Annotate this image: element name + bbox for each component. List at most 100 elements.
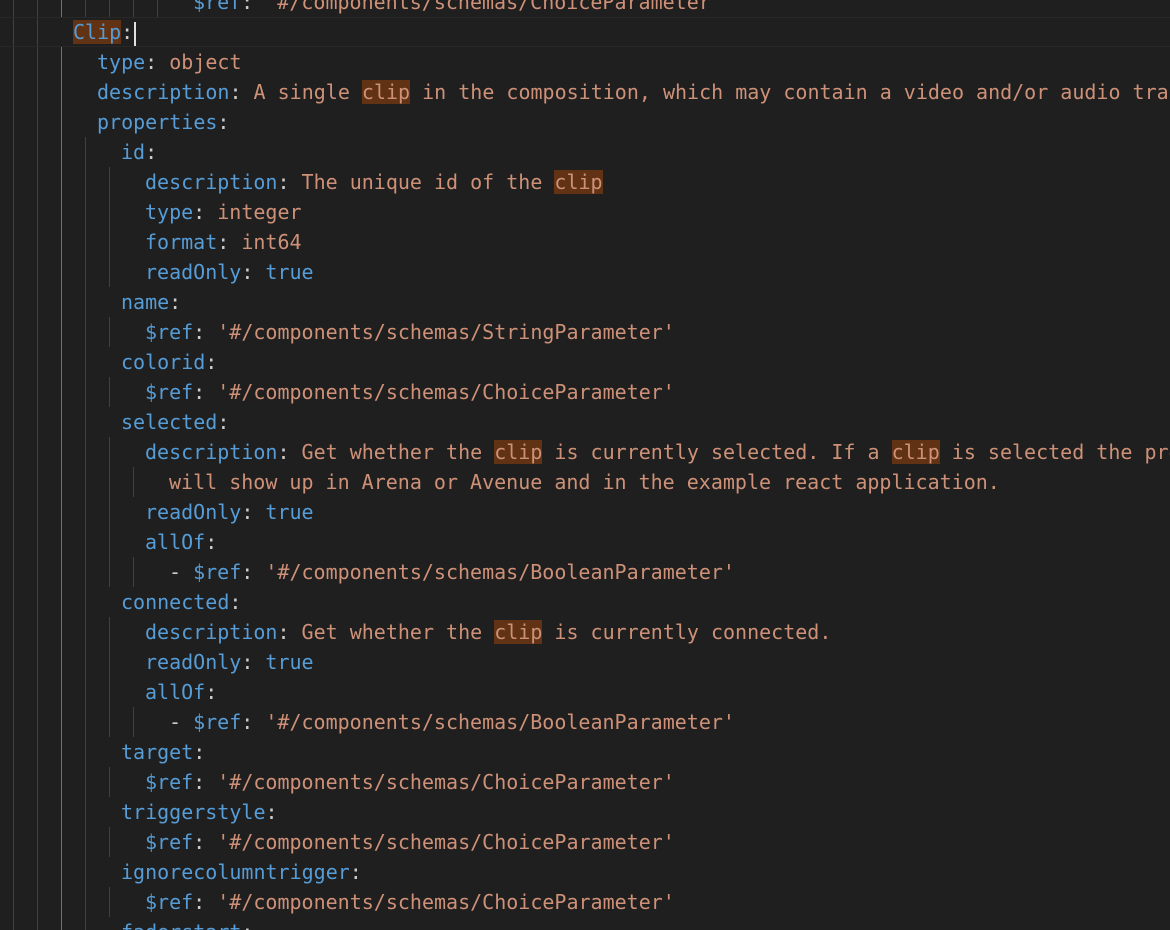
code-editor[interactable]: $ref: '#/components/schemas/ChoiceParame… — [0, 0, 1170, 930]
code-line[interactable]: Clip: — [73, 17, 137, 47]
yaml-key: name — [121, 290, 170, 314]
yaml-key: $ref — [145, 770, 194, 794]
indent-guide — [61, 47, 62, 930]
code-line[interactable]: - $ref: '#/components/schemas/BooleanPar… — [169, 557, 735, 587]
yaml-value: true — [265, 260, 314, 284]
yaml-key: $ref — [193, 0, 242, 14]
search-match: clip — [494, 440, 543, 464]
separator: : — [193, 200, 218, 224]
separator: : — [241, 560, 266, 584]
code-line[interactable]: $ref: '#/components/schemas/ChoiceParame… — [145, 887, 675, 917]
code-line[interactable]: connected: — [121, 587, 241, 617]
code-line[interactable]: description: Get whether the clip is cur… — [145, 437, 1170, 467]
indent-guide — [133, 467, 134, 497]
yaml-key: allOf — [145, 680, 206, 704]
indent-guide — [85, 137, 86, 930]
code-line[interactable]: readOnly: true — [145, 497, 314, 527]
code-line[interactable]: $ref: '#/components/schemas/ChoiceParame… — [145, 827, 675, 857]
indent-guide — [13, 0, 14, 930]
indent-guide — [109, 0, 110, 17]
yaml-value: The unique id of the — [301, 170, 555, 194]
code-line[interactable]: allOf: — [145, 527, 217, 557]
yaml-value: '#/components/schemas/ChoiceParameter' — [217, 830, 675, 854]
list-dash: - — [169, 560, 194, 584]
separator: : — [169, 290, 182, 314]
code-line[interactable]: type: object — [97, 47, 242, 77]
separator: : — [205, 350, 218, 374]
separator: : — [145, 50, 170, 74]
separator: : — [229, 80, 254, 104]
code-line[interactable]: format: int64 — [145, 227, 302, 257]
code-line[interactable]: $ref: '#/components/schemas/StringParame… — [145, 317, 675, 347]
code-line[interactable]: target: — [121, 737, 205, 767]
yaml-value: '#/components/schemas/BooleanParameter' — [265, 560, 735, 584]
yaml-key: $ref — [145, 320, 194, 344]
code-line[interactable]: description: The unique id of the clip — [145, 167, 603, 197]
indent-guide — [109, 377, 110, 407]
yaml-value: will show up in Arena or Avenue and in t… — [169, 470, 1000, 494]
yaml-value: '#/components/schemas/StringParameter' — [217, 320, 675, 344]
yaml-value: '#/components/schemas/ChoiceParameter' — [265, 0, 723, 14]
indent-guide — [109, 767, 110, 797]
code-line[interactable]: id: — [121, 137, 157, 167]
indent-guide — [109, 437, 110, 587]
code-line[interactable]: - $ref: '#/components/schemas/BooleanPar… — [169, 707, 735, 737]
code-line[interactable]: name: — [121, 287, 181, 317]
yaml-key: $ref — [193, 710, 242, 734]
code-line[interactable]: selected: — [121, 407, 229, 437]
code-line[interactable]: $ref: '#/components/schemas/ChoiceParame… — [145, 377, 675, 407]
yaml-value: true — [265, 500, 314, 524]
yaml-key: readOnly — [145, 500, 242, 524]
yaml-value: Get whether the — [301, 440, 495, 464]
separator: : — [193, 830, 218, 854]
code-line[interactable]: will show up in Arena or Avenue and in t… — [169, 467, 1000, 497]
separator: : — [121, 20, 134, 44]
yaml-key: description — [145, 440, 278, 464]
yaml-value: is currently selected. If a — [542, 440, 892, 464]
separator: : — [277, 620, 302, 644]
yaml-key: description — [145, 170, 278, 194]
yaml-value: '#/components/schemas/ChoiceParameter' — [217, 890, 675, 914]
yaml-value: Get whether the — [301, 620, 495, 644]
code-line[interactable]: type: integer — [145, 197, 302, 227]
separator: : — [217, 110, 230, 134]
indent-guide — [109, 167, 110, 287]
indent-guide — [133, 557, 134, 587]
yaml-key: connected — [121, 590, 230, 614]
code-line[interactable]: faderstart: — [121, 917, 253, 930]
separator: : — [193, 320, 218, 344]
indent-guide — [109, 887, 110, 917]
indent-guide — [109, 827, 110, 857]
yaml-key: description — [97, 80, 230, 104]
code-line[interactable]: triggerstyle: — [121, 797, 278, 827]
separator: : — [349, 860, 362, 884]
yaml-value: true — [265, 650, 314, 674]
text-cursor — [134, 21, 137, 46]
search-match: clip — [494, 620, 543, 644]
yaml-key: allOf — [145, 530, 206, 554]
separator: : — [193, 770, 218, 794]
separator: : — [241, 710, 266, 734]
yaml-value: is currently connected. — [542, 620, 832, 644]
code-line[interactable]: $ref: '#/components/schemas/ChoiceParame… — [145, 767, 675, 797]
separator: : — [265, 800, 278, 824]
code-line[interactable]: readOnly: true — [145, 257, 314, 287]
yaml-key: $ref — [145, 830, 194, 854]
separator: : — [217, 410, 230, 434]
code-line[interactable]: allOf: — [145, 677, 217, 707]
code-line[interactable]: $ref: '#/components/schemas/ChoiceParame… — [193, 0, 723, 17]
yaml-key: faderstart — [121, 920, 241, 930]
code-line[interactable]: properties: — [97, 107, 229, 137]
code-line[interactable]: description: A single clip in the compos… — [97, 77, 1170, 107]
code-line[interactable]: colorid: — [121, 347, 217, 377]
code-line[interactable]: description: Get whether the clip is cur… — [145, 617, 831, 647]
yaml-key: $ref — [193, 560, 242, 584]
list-dash: - — [169, 710, 194, 734]
yaml-value: integer — [217, 200, 302, 224]
indent-guide — [37, 0, 38, 930]
code-line[interactable]: ignorecolumntrigger: — [121, 857, 362, 887]
code-line[interactable]: readOnly: true — [145, 647, 314, 677]
separator: : — [217, 230, 242, 254]
yaml-key: format — [145, 230, 218, 254]
separator: : — [241, 500, 266, 524]
